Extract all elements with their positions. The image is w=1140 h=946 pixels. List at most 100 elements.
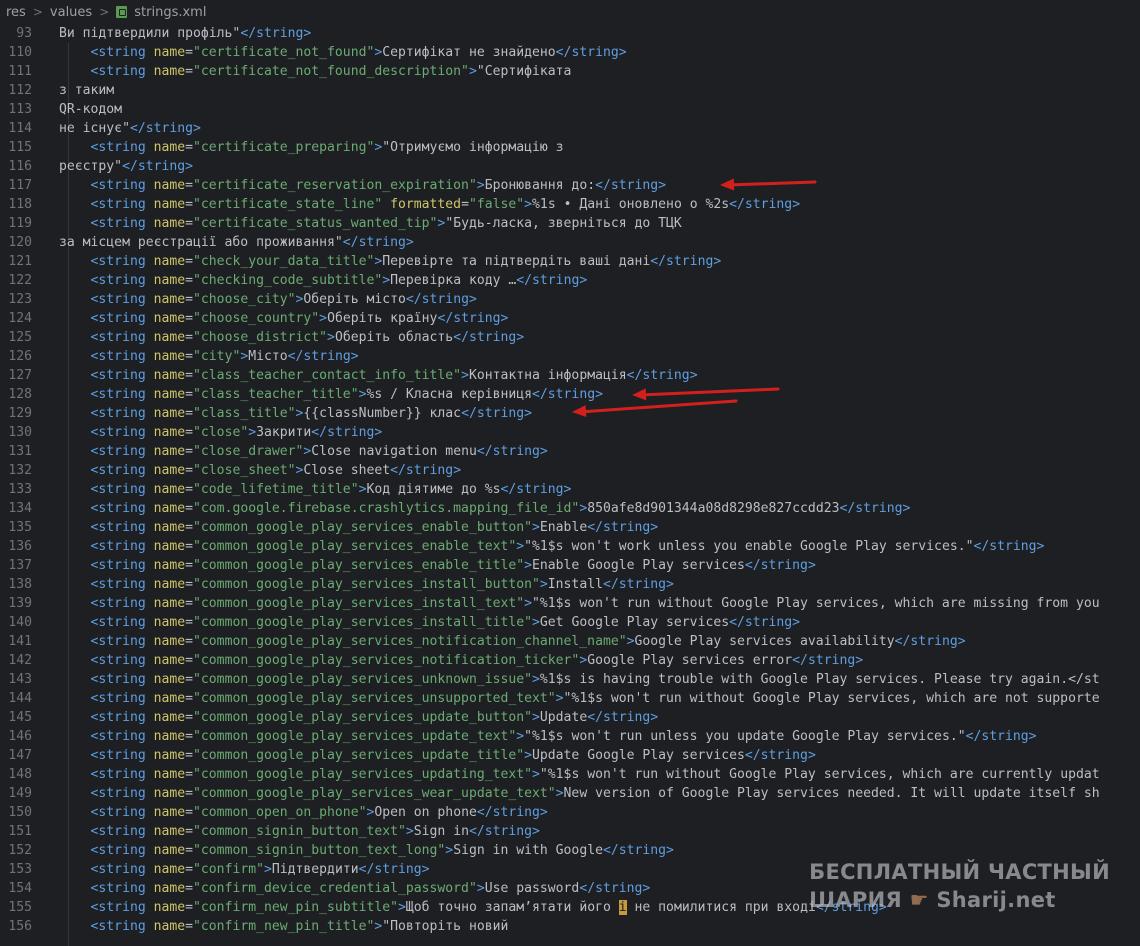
code-line[interactable]: 117 <string name="certificate_reservatio… bbox=[0, 176, 1140, 195]
xml-tag-close-bracket: > bbox=[524, 197, 533, 212]
code-line[interactable]: 115 <string name="certificate_preparing"… bbox=[0, 138, 1140, 157]
formatted-value: "false" bbox=[468, 197, 525, 212]
code-line[interactable]: 134 <string name="com.google.firebase.cr… bbox=[0, 499, 1140, 518]
code-line[interactable]: 136 <string name="common_google_play_ser… bbox=[0, 537, 1140, 556]
code-line[interactable]: 146 <string name="common_google_play_ser… bbox=[0, 727, 1140, 746]
line-number: 131 bbox=[8, 444, 32, 459]
code-line[interactable]: 112 з таким bbox=[0, 81, 1140, 100]
code-line[interactable]: 138 <string name="common_google_play_ser… bbox=[0, 575, 1140, 594]
code-line[interactable]: 135 <string name="common_google_play_ser… bbox=[0, 518, 1140, 537]
code-line[interactable]: 131 <string name="close_drawer">Close na… bbox=[0, 442, 1140, 461]
code-line[interactable]: 93 Ви підтвердили профіль"</string> bbox=[0, 24, 1140, 43]
code-line[interactable]: 130 <string name="close">Закрити</string… bbox=[0, 423, 1140, 442]
code-line[interactable]: 149 <string name="common_google_play_ser… bbox=[0, 784, 1140, 803]
code-line[interactable]: 147 <string name="common_google_play_ser… bbox=[0, 746, 1140, 765]
xml-attr-name: name bbox=[145, 368, 186, 383]
breadcrumb-values[interactable]: values bbox=[50, 5, 92, 20]
code-line[interactable]: 132 <string name="close_sheet">Close she… bbox=[0, 461, 1140, 480]
code-line[interactable]: 148 <string name="common_google_play_ser… bbox=[0, 765, 1140, 784]
xml-tag-end: </string> bbox=[729, 197, 801, 212]
xml-tag-close-bracket: > bbox=[476, 178, 485, 193]
string-text: не існує" bbox=[59, 121, 130, 136]
code-line[interactable]: 128 <string name="class_teacher_title">%… bbox=[0, 385, 1140, 404]
string-text: Get Google Play services bbox=[539, 615, 730, 630]
code-line[interactable]: 120 за місцем реєстрації або проживання"<… bbox=[0, 233, 1140, 252]
line-number: 151 bbox=[8, 824, 32, 839]
xml-tag-close-bracket: > bbox=[532, 767, 540, 782]
xml-equals: = bbox=[185, 254, 194, 269]
string-name-value: "common_signin_button_text_long" bbox=[193, 843, 446, 858]
string-name-value: "common_google_play_services_enable_butt… bbox=[193, 520, 533, 535]
xml-tag-open: <string bbox=[59, 45, 146, 60]
code-line[interactable]: 110 <string name="certificate_not_found"… bbox=[0, 43, 1140, 62]
code-line[interactable]: 122 <string name="checking_code_subtitle… bbox=[0, 271, 1140, 290]
code-editor[interactable]: 93 Ви підтвердили профіль" </string> 110 <s… bbox=[0, 24, 1140, 946]
breadcrumb-res[interactable]: res bbox=[6, 5, 26, 20]
xml-tag-open: <string bbox=[59, 216, 146, 231]
xml-tag-open: <string bbox=[59, 463, 146, 478]
xml-tag-close-bracket: > bbox=[263, 862, 272, 877]
xml-tag-open: <string bbox=[59, 254, 146, 269]
xml-tag-close-bracket: > bbox=[476, 881, 485, 896]
xml-tag-open: <string bbox=[59, 273, 146, 288]
xml-tag-close-bracket: > bbox=[468, 64, 477, 79]
code-line[interactable]: 156 <string name="confirm_new_pin_title"… bbox=[0, 917, 1140, 936]
string-text: "%1$s won't work unless you enable Googl… bbox=[524, 539, 974, 554]
line-number: 115 bbox=[8, 140, 32, 155]
xml-tag-end: </string> bbox=[965, 729, 1037, 744]
xml-tag-end: </string> bbox=[311, 425, 383, 440]
code-line[interactable]: 150 <string name="common_open_on_phone">… bbox=[0, 803, 1140, 822]
xml-attr-name: name bbox=[145, 444, 186, 459]
xml-tag-close-bracket: > bbox=[382, 273, 391, 288]
xml-attr-name: name bbox=[145, 672, 186, 687]
string-text: Update bbox=[539, 710, 588, 725]
code-line[interactable]: 142 <string name="common_google_play_ser… bbox=[0, 651, 1140, 670]
line-number: 122 bbox=[8, 273, 32, 288]
code-line[interactable]: 121 <string name="check_your_data_title"… bbox=[0, 252, 1140, 271]
xml-equals: = bbox=[185, 558, 194, 573]
code-line[interactable]: 151 <string name="common_signin_button_t… bbox=[0, 822, 1140, 841]
xml-tag-open: <string bbox=[59, 178, 146, 193]
code-line[interactable]: 113 QR-кодом bbox=[0, 100, 1140, 119]
code-line[interactable]: 116 реєстру"</string> bbox=[0, 157, 1140, 176]
code-line[interactable]: 127 <string name="class_teacher_contact_… bbox=[0, 366, 1140, 385]
code-line[interactable]: 140 <string name="common_google_play_ser… bbox=[0, 613, 1140, 632]
code-line[interactable]: 129 <string name="class_title">{{classNu… bbox=[0, 404, 1140, 423]
xml-tag-open: <string bbox=[59, 900, 146, 915]
code-line[interactable]: 125 <string name="choose_district">Обері… bbox=[0, 328, 1140, 347]
xml-equals: = bbox=[185, 596, 194, 611]
xml-tag-end: </string> bbox=[744, 558, 816, 573]
code-line[interactable]: 123 <string name="choose_city">Оберіть м… bbox=[0, 290, 1140, 309]
code-line[interactable]: 137 <string name="common_google_play_ser… bbox=[0, 556, 1140, 575]
code-line[interactable]: 144 <string name="common_google_play_ser… bbox=[0, 689, 1140, 708]
code-line[interactable]: 119 <string name="certificate_status_wan… bbox=[0, 214, 1140, 233]
code-line[interactable]: 118 <string name="certificate_state_line… bbox=[0, 195, 1140, 214]
xml-tag-close-bracket: > bbox=[626, 634, 635, 649]
xml-tag-end: </string> bbox=[973, 539, 1045, 554]
code-line[interactable]: 114 не існує"</string> bbox=[0, 119, 1140, 138]
code-line[interactable]: 111 <string name="certificate_not_found_… bbox=[0, 62, 1140, 81]
xml-attr-name: name bbox=[145, 862, 186, 877]
string-name-value: "common_google_play_services_wear_update… bbox=[193, 786, 556, 801]
breadcrumb-file[interactable]: strings.xml bbox=[134, 5, 206, 20]
string-name-value: "code_lifetime_title" bbox=[193, 482, 359, 497]
xml-attr-name: name bbox=[145, 501, 186, 516]
code-line[interactable]: 143 <string name="common_google_play_ser… bbox=[0, 670, 1140, 689]
code-line[interactable]: 126 <string name="city">Місто</string> bbox=[0, 347, 1140, 366]
xml-tag-close-bracket: > bbox=[532, 672, 540, 687]
xml-equals: = bbox=[185, 64, 194, 79]
string-name-value: "common_google_play_services_enable_text… bbox=[193, 539, 517, 554]
xml-tag-end: </string> bbox=[532, 387, 603, 402]
code-line[interactable]: 139 <string name="common_google_play_ser… bbox=[0, 594, 1140, 613]
xml-attr-name: name bbox=[145, 748, 186, 763]
code-line[interactable]: 141 <string name="common_google_play_ser… bbox=[0, 632, 1140, 651]
xml-tag-end: </string> bbox=[287, 349, 359, 364]
xml-tag-open: <string bbox=[59, 558, 146, 573]
xml-tag-end: </string> bbox=[476, 444, 548, 459]
line-number: 145 bbox=[8, 710, 32, 725]
code-line[interactable]: 124 <string name="choose_country">Оберіт… bbox=[0, 309, 1140, 328]
xml-attr-name: name bbox=[145, 216, 186, 231]
xml-equals: = bbox=[185, 349, 194, 364]
code-line[interactable]: 133 <string name="code_lifetime_title">К… bbox=[0, 480, 1140, 499]
code-line[interactable]: 145 <string name="common_google_play_ser… bbox=[0, 708, 1140, 727]
